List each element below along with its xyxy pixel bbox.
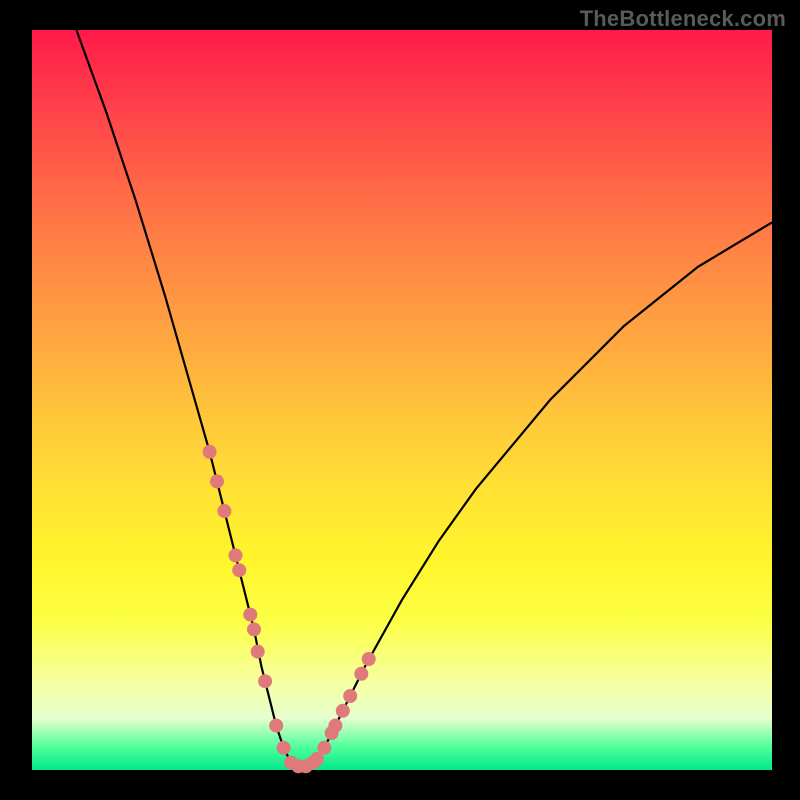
marker-dot [362,652,376,666]
marker-dot [232,563,246,577]
marker-dot [317,741,331,755]
marker-dot [328,719,342,733]
marker-dot [210,474,224,488]
marker-dot [243,608,257,622]
curve-markers [203,445,376,774]
marker-dot [229,548,243,562]
marker-dot [217,504,231,518]
marker-dot [203,445,217,459]
marker-dot [354,667,368,681]
marker-dot [258,674,272,688]
marker-dot [247,622,261,636]
marker-dot [277,741,291,755]
curve-layer [32,30,772,770]
chart-frame: TheBottleneck.com [0,0,800,800]
marker-dot [336,704,350,718]
marker-dot [251,645,265,659]
plot-area [32,30,772,770]
watermark-text: TheBottleneck.com [580,6,786,32]
marker-dot [269,719,283,733]
marker-dot [343,689,357,703]
bottleneck-curve [76,30,772,766]
